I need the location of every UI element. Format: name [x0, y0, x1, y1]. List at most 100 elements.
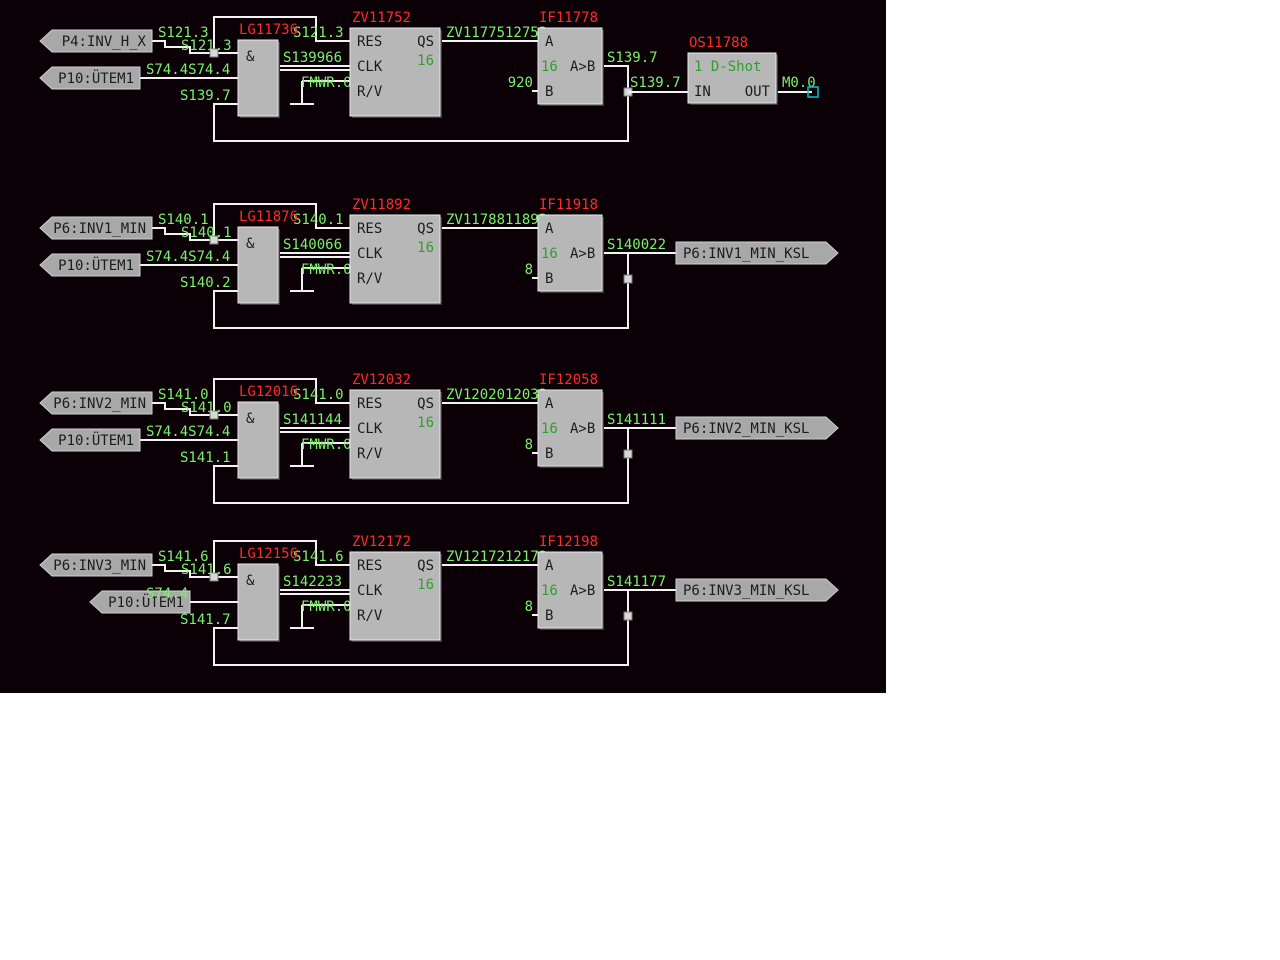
row-1-input-a-label: P4:INV_H_X [62, 34, 147, 50]
row-1-counter-rv: R/V [357, 84, 383, 100]
row-3-counter-qs: QS [417, 396, 434, 412]
diagram-canvas: P4:INV_H_X P10:ÜTEM1 S121.3 S121.3 S74.4S74.… [0, 0, 886, 693]
row-2-sig-clk: S140066 [283, 237, 342, 253]
row-4-sig-a-node: S141.6 [181, 562, 232, 578]
row-4-sig-fb: S141.7 [180, 612, 231, 628]
row-4-cmp-a: A [545, 558, 554, 574]
row-3-input-a-label: P6:INV2_MIN [53, 396, 146, 412]
row-2-cmp-tag: IF11918 [539, 197, 598, 213]
row-4-sig-cmp-out: S141177 [607, 574, 666, 590]
row-2-cmp-bits: 16 [541, 246, 558, 262]
row-1-os-tag: OS11788 [689, 35, 748, 51]
row-1-os-out-sig: M0.0 [782, 75, 816, 91]
row-1-os-out: OUT [745, 84, 771, 100]
row-2-counter-qs: QS [417, 221, 434, 237]
row-4-sig-res: S141.6 [293, 549, 344, 565]
row-4-counter-qs: QS [417, 558, 434, 574]
row-1-os-title: 1 D-Shot [694, 59, 761, 75]
row-3-sig-a-node: S141.0 [181, 400, 232, 416]
row-2-and-block[interactable] [237, 226, 279, 304]
row-3-sig-fb: S141.1 [180, 450, 231, 466]
row-3-counter-tag: ZV12032 [352, 372, 411, 388]
row-3-cmp-b: B [545, 446, 553, 462]
row-2-sig-b-in: S74.4S74.4 [146, 249, 230, 265]
row-1-sig-b-const: 920 [508, 75, 533, 91]
row-3-input-b-label: P10:ÜTEM1 [58, 431, 134, 449]
row-1-os-in-sig: S139.7 [630, 75, 681, 91]
row-2-sig-res: S140.1 [293, 212, 344, 228]
row-2-sig-qs-out: ZV1178811892 [446, 212, 547, 228]
row-3-counter-bits: 16 [417, 415, 434, 431]
row-3-sig-clk: S141144 [283, 412, 342, 428]
row-4-cmp-tag: IF12198 [539, 534, 598, 550]
row-3-counter-res: RES [357, 396, 382, 412]
row-2-counter-tag: ZV11892 [352, 197, 411, 213]
row-3-sig-qs-out: ZV1202012032 [446, 387, 547, 403]
row-1-cmp-b: B [545, 84, 553, 100]
row-1-counter-res: RES [357, 34, 382, 50]
row-3-and-tag: LG12016 [239, 384, 298, 400]
row-1-cmp-a: A [545, 34, 554, 50]
row-2-sig-fb: S140.2 [180, 275, 231, 291]
row-2-counter-rv: R/V [357, 271, 383, 287]
row-1-sig-res: S121.3 [293, 25, 344, 41]
row-4-sig-b-const: 8 [525, 599, 533, 615]
row-1-sig-qs-out: ZV1177512752 [446, 25, 547, 41]
row-2-sig-cmp-out: S140022 [607, 237, 666, 253]
row-1-and-tag: LG11736 [239, 22, 298, 38]
row-2-input-a-label: P6:INV1_MIN [53, 221, 146, 237]
row-3-sig-b-const: 8 [525, 437, 533, 453]
row-2-input-b-label: P10:ÜTEM1 [58, 256, 134, 274]
row-3-cmp-bits: 16 [541, 421, 558, 437]
row-1-and-block[interactable] [237, 39, 279, 117]
row-3-cmp-tag: IF12058 [539, 372, 598, 388]
row-2-counter-bits: 16 [417, 240, 434, 256]
row-1-sig-fb: S139.7 [180, 88, 231, 104]
row-1-counter-bits: 16 [417, 53, 434, 69]
row-1-counter-qs: QS [417, 34, 434, 50]
row-2-and-symbol: & [246, 236, 255, 252]
row-1-counter-tag: ZV11752 [352, 10, 411, 26]
row-3-and-symbol: & [246, 411, 255, 427]
row-1-counter-clk: CLK [357, 59, 383, 75]
row-3-sig-res: S141.0 [293, 387, 344, 403]
row-2-sig-b-const: 8 [525, 262, 533, 278]
row-4-counter-clk: CLK [357, 583, 383, 599]
row-2-counter-res: RES [357, 221, 382, 237]
row-4-and-symbol: & [246, 573, 255, 589]
row-2-sig-a-node: S140.1 [181, 225, 232, 241]
row-1-sig-b-in: S74.4S74.4 [146, 62, 230, 78]
row-4-cmp-gt: A>B [570, 583, 595, 599]
row-2-cmp-b: B [545, 271, 553, 287]
row-3-output-label: P6:INV2_MIN_KSL [683, 421, 809, 437]
row-2-counter-clk: CLK [357, 246, 383, 262]
row-3-and-block[interactable] [237, 401, 279, 479]
row-4-sig-qs-out: ZV1217212172 [446, 549, 547, 565]
row-4-counter-rv: R/V [357, 608, 383, 624]
row-1-os-in: IN [694, 84, 711, 100]
row-2-output-label: P6:INV1_MIN_KSL [683, 246, 809, 262]
row-1-cmp-bits: 16 [541, 59, 558, 75]
row-3-cmp-a: A [545, 396, 554, 412]
row-2-cmp-gt: A>B [570, 246, 595, 262]
row-3-sig-b-in: S74.4S74.4 [146, 424, 230, 440]
row-4-counter-res: RES [357, 558, 382, 574]
row-4-input-a-label: P6:INV3_MIN [53, 558, 146, 574]
row-4-cmp-bits: 16 [541, 583, 558, 599]
row-3-sig-cmp-out: S141111 [607, 412, 666, 428]
row-4-cmp-b: B [545, 608, 553, 624]
row-4-counter-bits: 16 [417, 577, 434, 593]
row-1-and-symbol: & [246, 49, 255, 65]
row-1-sig-cmp-out: S139.7 [607, 50, 658, 66]
row-1-input-b-label: P10:ÜTEM1 [58, 69, 134, 87]
row-4-sig-clk: S142233 [283, 574, 342, 590]
row-2-cmp-a: A [545, 221, 554, 237]
row-4-node-out [623, 611, 633, 621]
row-2-and-tag: LG11876 [239, 209, 298, 225]
row-2-node-out [623, 274, 633, 284]
row-4-and-block[interactable] [237, 563, 279, 641]
row-3-counter-rv: R/V [357, 446, 383, 462]
row-1-sig-clk: S139966 [283, 50, 342, 66]
row-4-sig-b-in: S74.4 [146, 586, 188, 602]
row-3-cmp-gt: A>B [570, 421, 595, 437]
